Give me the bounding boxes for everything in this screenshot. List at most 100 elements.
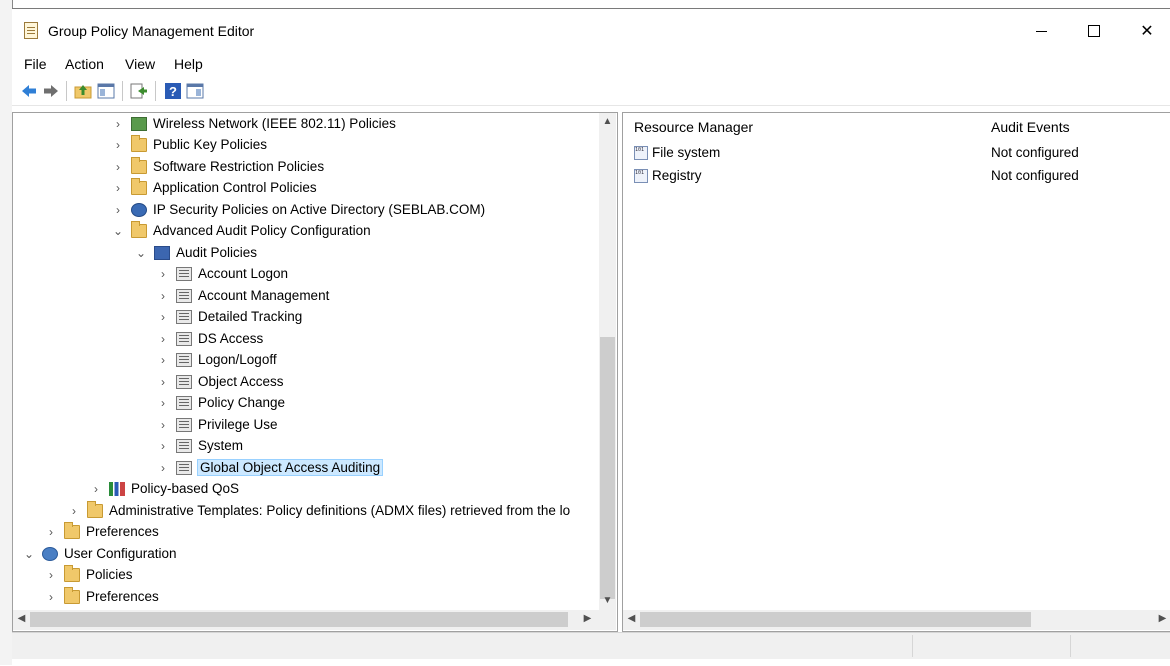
tree-item-user-configuration[interactable]: ⌄ User Configuration — [22, 543, 177, 564]
scroll-right-icon[interactable]: ▶ — [1154, 613, 1170, 624]
chevron-right-icon[interactable]: › — [111, 117, 125, 131]
scroll-up-icon[interactable]: ▲ — [599, 116, 616, 127]
tree-item-label: Policies — [86, 567, 133, 582]
scrollbar-corner — [599, 610, 616, 630]
tree-item-privilege-use[interactable]: › Privilege Use — [156, 414, 278, 435]
tree-item-audit-policies[interactable]: ⌄ Audit Policies — [134, 242, 257, 263]
details-pane[interactable]: Resource Manager Audit Events File syste… — [622, 112, 1170, 632]
folder-icon — [64, 586, 80, 604]
binary-file-icon — [634, 168, 648, 183]
menu-file[interactable]: File — [24, 56, 47, 72]
up-folder-icon[interactable] — [74, 82, 92, 100]
show-hide-tree-icon[interactable] — [97, 82, 115, 100]
scrollbar-thumb[interactable] — [600, 337, 615, 599]
chevron-right-icon[interactable]: › — [44, 590, 58, 604]
tree-item-software-restriction-policies[interactable]: › Software Restriction Policies — [111, 156, 324, 177]
menu-action[interactable]: Action — [65, 56, 104, 72]
scroll-left-icon[interactable]: ◀ — [623, 613, 640, 624]
tree-item-administrative-templates[interactable]: › Administrative Templates: Policy defin… — [67, 500, 570, 521]
console-tree: › Wireless Network (IEEE 802.11) Policie… — [13, 113, 599, 610]
tree-item-global-object-access-auditing[interactable]: › Global Object Access Auditing — [156, 457, 384, 478]
chevron-down-icon[interactable]: ⌄ — [22, 547, 36, 561]
properties-icon[interactable] — [186, 82, 204, 100]
tree-item-object-access[interactable]: › Object Access — [156, 371, 284, 392]
status-bar — [12, 632, 1170, 659]
tree-item-label: Account Management — [198, 288, 330, 303]
chevron-right-icon[interactable]: › — [156, 310, 170, 324]
minimize-button[interactable] — [1018, 15, 1064, 47]
policy-icon — [176, 374, 192, 389]
tree-item-ds-access[interactable]: › DS Access — [156, 328, 263, 349]
chevron-down-icon[interactable]: ⌄ — [134, 246, 148, 260]
help-icon[interactable]: ? — [164, 82, 182, 100]
tree-vertical-scrollbar[interactable]: ▲ ▼ — [599, 113, 616, 610]
tree-item-account-management[interactable]: › Account Management — [156, 285, 329, 306]
scroll-right-icon[interactable]: ▶ — [579, 613, 596, 624]
chevron-right-icon[interactable]: › — [156, 396, 170, 410]
forward-icon[interactable] — [42, 82, 60, 100]
column-header-audit-events[interactable]: Audit Events — [991, 119, 1070, 135]
menu-view[interactable]: View — [125, 56, 155, 72]
scroll-down-icon[interactable]: ▼ — [599, 595, 616, 606]
tree-item-user-policies[interactable]: › Policies — [44, 564, 133, 585]
close-button[interactable]: ✕ — [1124, 15, 1170, 47]
menu-help[interactable]: Help — [174, 56, 203, 72]
tree-item-policy-change[interactable]: › Policy Change — [156, 392, 285, 413]
maximize-button[interactable] — [1071, 15, 1117, 47]
tree-item-ip-security-policies[interactable]: › IP Security Policies on Active Directo… — [111, 199, 485, 220]
chevron-right-icon[interactable]: › — [44, 525, 58, 539]
policy-icon — [176, 460, 192, 475]
chevron-right-icon[interactable]: › — [111, 138, 125, 152]
back-icon[interactable] — [20, 82, 38, 100]
tree-item-policy-based-qos[interactable]: › Policy-based QoS — [89, 478, 239, 499]
tree-item-label: Public Key Policies — [153, 137, 268, 152]
qos-icon — [109, 481, 125, 496]
chevron-right-icon[interactable]: › — [156, 418, 170, 432]
chevron-right-icon[interactable]: › — [156, 267, 170, 281]
tree-item-wireless-network-policies[interactable]: › Wireless Network (IEEE 802.11) Policie… — [111, 113, 396, 134]
maximize-icon — [1088, 25, 1100, 37]
console-tree-pane[interactable]: › Wireless Network (IEEE 802.11) Policie… — [12, 112, 618, 632]
tree-item-label: DS Access — [198, 331, 264, 346]
export-list-icon[interactable] — [130, 82, 148, 100]
tree-item-computer-preferences[interactable]: › Preferences — [44, 521, 159, 542]
chevron-right-icon[interactable]: › — [156, 461, 170, 475]
tree-horizontal-scrollbar[interactable]: ◀ ▶ — [13, 610, 599, 630]
tree-item-advanced-audit-policy-configuration[interactable]: ⌄ Advanced Audit Policy Configuration — [111, 220, 371, 241]
tree-item-user-preferences[interactable]: › Preferences — [44, 586, 159, 607]
chevron-right-icon[interactable]: › — [156, 353, 170, 367]
chevron-right-icon[interactable]: › — [111, 181, 125, 195]
tree-item-detailed-tracking[interactable]: › Detailed Tracking — [156, 306, 302, 327]
folder-icon — [131, 177, 147, 195]
tree-item-label: IP Security Policies on Active Directory… — [153, 202, 486, 217]
tree-item-system[interactable]: › System — [156, 435, 243, 456]
tree-item-public-key-policies[interactable]: › Public Key Policies — [111, 134, 267, 155]
chevron-right-icon[interactable]: › — [111, 203, 125, 217]
scroll-left-icon[interactable]: ◀ — [13, 613, 30, 624]
policy-icon — [176, 331, 192, 346]
tree-item-account-logon[interactable]: › Account Logon — [156, 263, 288, 284]
tree-item-label: Preferences — [86, 524, 159, 539]
tree-item-label: User Configuration — [64, 546, 177, 561]
tree-item-label: Policy Change — [198, 395, 286, 410]
details-horizontal-scrollbar[interactable]: ◀ ▶ — [623, 610, 1170, 630]
chevron-right-icon[interactable]: › — [111, 160, 125, 174]
chevron-right-icon[interactable]: › — [156, 375, 170, 389]
chevron-right-icon[interactable]: › — [156, 332, 170, 346]
list-item-file-system[interactable]: File system — [634, 142, 720, 163]
tree-item-application-control-policies[interactable]: › Application Control Policies — [111, 177, 317, 198]
list-item-registry[interactable]: Registry — [634, 165, 702, 186]
column-header-resource-manager[interactable]: Resource Manager — [634, 119, 753, 135]
chevron-right-icon[interactable]: › — [67, 504, 81, 518]
scrollbar-thumb[interactable] — [640, 612, 1031, 627]
scrollbar-thumb[interactable] — [30, 612, 568, 627]
tree-item-logon-logoff[interactable]: › Logon/Logoff — [156, 349, 277, 370]
toolbar-separator — [122, 81, 123, 101]
list-item-value: Not configured — [991, 168, 1079, 183]
chevron-down-icon[interactable]: ⌄ — [111, 224, 125, 238]
chevron-right-icon[interactable]: › — [156, 289, 170, 303]
status-cell — [1070, 635, 1170, 657]
chevron-right-icon[interactable]: › — [44, 568, 58, 582]
chevron-right-icon[interactable]: › — [156, 439, 170, 453]
chevron-right-icon[interactable]: › — [89, 482, 103, 496]
